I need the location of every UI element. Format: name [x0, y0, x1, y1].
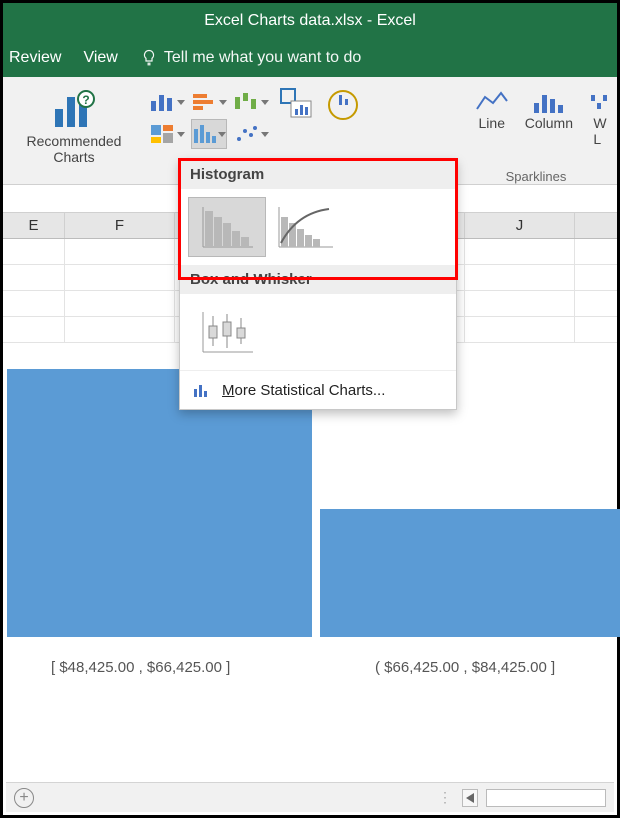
- recommended-charts-button[interactable]: ? Recommended Charts: [9, 83, 139, 165]
- box-whisker-option[interactable]: [188, 302, 266, 362]
- lightbulb-icon: [140, 49, 158, 67]
- dropdown-header-histogram: Histogram: [180, 160, 456, 189]
- histogram-bar-2: [320, 509, 620, 637]
- sparkline-winloss-icon: [589, 89, 611, 115]
- box-whisker-icon: [197, 308, 257, 356]
- more-statistical-charts[interactable]: More Statistical Charts...: [180, 370, 456, 409]
- histogram-option[interactable]: [188, 197, 266, 257]
- col-header-F[interactable]: F: [65, 213, 175, 238]
- tell-me-label: Tell me what you want to do: [164, 49, 361, 67]
- chart-type-statistic-button[interactable]: [191, 119, 227, 149]
- dropdown-header-boxwhisker: Box and Whisker: [180, 265, 456, 294]
- col-header-E[interactable]: E: [3, 213, 65, 238]
- axis-label-bin1: [ $48,425.00 , $66,425.00 ]: [51, 659, 230, 676]
- horizontal-scrollbar[interactable]: [486, 789, 606, 807]
- chevron-left-icon: [466, 793, 474, 803]
- new-sheet-button[interactable]: +: [14, 788, 34, 808]
- 3dmap-icon: [325, 87, 361, 121]
- sparkline-column-label: Column: [525, 115, 573, 131]
- col-header-J[interactable]: J: [465, 213, 575, 238]
- more-charts-label: More Statistical Charts...: [222, 382, 385, 399]
- statistical-chart-dropdown: Histogram: [179, 159, 457, 410]
- ribbon-tabs: Review View Tell me what you want to do: [3, 39, 617, 77]
- statistical-charts-icon: [192, 381, 212, 399]
- sparkline-line-icon: [475, 89, 509, 115]
- chart-type-hierarchy-button[interactable]: [149, 119, 185, 149]
- chart-type-scatter-button[interactable]: [233, 119, 269, 149]
- tell-me-search[interactable]: Tell me what you want to do: [140, 49, 361, 67]
- pivotchart-button[interactable]: [279, 83, 315, 121]
- pareto-option[interactable]: [266, 197, 344, 257]
- statusbar-grip-icon: ⋮: [438, 789, 454, 806]
- embedded-chart[interactable]: [ $48,425.00 , $66,425.00 ] ( $66,425.00…: [7, 369, 613, 689]
- tab-view[interactable]: View: [83, 49, 117, 67]
- chart-type-column-button[interactable]: [149, 87, 185, 117]
- sparkline-line-button[interactable]: Line: [475, 89, 509, 147]
- 3dmap-button[interactable]: [325, 83, 361, 121]
- pivotchart-icon: [279, 87, 315, 121]
- insert-chart-grid: [149, 87, 269, 149]
- tab-review[interactable]: Review: [9, 49, 61, 67]
- window-titlebar: Excel Charts data.xlsx - Excel: [3, 3, 617, 39]
- svg-text:?: ?: [82, 93, 89, 107]
- sparkline-column-icon: [532, 89, 566, 115]
- recommended-charts-icon: ?: [51, 87, 97, 131]
- chart-type-bar-button[interactable]: [191, 87, 227, 117]
- status-bar: + ⋮: [6, 782, 614, 812]
- sparkline-line-label: Line: [479, 115, 505, 131]
- chart-type-waterfall-button[interactable]: [233, 87, 269, 117]
- sparkline-winloss-label: W L: [593, 115, 606, 147]
- scroll-left-button[interactable]: [462, 789, 478, 807]
- group-label-sparklines: Sparklines: [461, 169, 611, 184]
- sparkline-winloss-button[interactable]: W L: [589, 89, 611, 147]
- histogram-icon: [197, 203, 257, 251]
- recommended-charts-label: Recommended Charts: [27, 133, 122, 165]
- pareto-icon: [273, 203, 337, 251]
- window-title: Excel Charts data.xlsx - Excel: [204, 12, 416, 30]
- sparkline-column-button[interactable]: Column: [525, 89, 573, 147]
- axis-label-bin2: ( $66,425.00 , $84,425.00 ]: [375, 659, 555, 676]
